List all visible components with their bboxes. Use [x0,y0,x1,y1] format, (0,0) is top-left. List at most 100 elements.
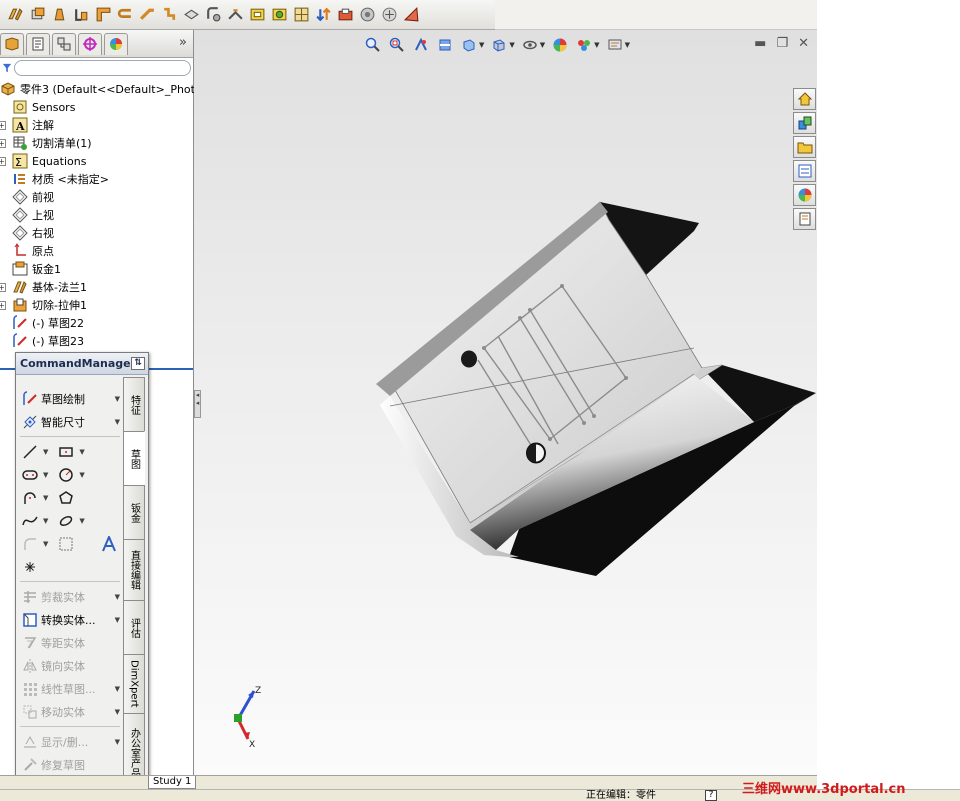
dropdown-arrow-icon[interactable]: ▼ [43,448,48,456]
ellipse-icon[interactable] [58,513,74,529]
command-item[interactable]: 移动实体 ▼ [16,700,124,723]
sketched-bend-icon[interactable] [138,5,157,24]
plane-icon [12,189,28,205]
command-item[interactable]: 等距实体 [16,631,124,654]
tree-item[interactable]: 原点 [0,242,193,260]
command-item[interactable]: 剪裁实体 ▼ [16,585,124,608]
tree-item-label: 前视 [32,191,54,204]
point-icon[interactable] [22,559,38,575]
command-item[interactable]: 线性草图... ▼ [16,677,124,700]
tab-feature-manager[interactable] [0,32,24,55]
command-item[interactable]: 镜向实体 [16,654,124,677]
tab-property-manager[interactable] [26,32,50,55]
tree-item[interactable]: + 切除-拉伸1 [0,296,193,314]
dropdown-arrow-icon[interactable]: ▼ [115,616,120,624]
dropdown-arrow-icon[interactable]: ▼ [115,708,120,716]
insert-bends-icon[interactable] [314,5,333,24]
dropdown-arrow-icon[interactable]: ▼ [79,517,84,525]
hem-icon[interactable] [116,5,135,24]
tab-dimxpert-manager[interactable] [78,32,102,55]
command-manager-title-bar[interactable]: CommandManager ⇅ [16,353,148,375]
extruded-cut-icon[interactable] [336,5,355,24]
flatten-icon[interactable] [248,5,267,24]
dropdown-arrow-icon[interactable]: ▼ [43,540,48,548]
lofted-bend-icon[interactable] [50,5,69,24]
filter-icon[interactable] [2,63,12,73]
dropdown-arrow-icon[interactable]: ▼ [115,685,120,693]
customize-icon[interactable]: ⇅ [131,357,145,370]
convert-to-sheet-metal-icon[interactable] [28,5,47,24]
tab-2[interactable]: 钣金 [123,485,145,540]
spline-icon[interactable] [22,513,38,529]
vent-icon[interactable] [380,5,399,24]
circle-icon[interactable] [58,467,74,483]
rectangle-icon[interactable] [58,444,74,460]
tree-root-part[interactable]: 零件3 (Default<<Default>_Phot [0,80,195,98]
tree-item[interactable]: Sensors [0,98,193,116]
graphics-area[interactable]: ▼ ▼ ▼ ▼ ▼ ▬ ❐ ✕ ◂ ◂ Z X [194,30,817,775]
slot-icon[interactable] [22,467,38,483]
dropdown-arrow-icon[interactable]: ▼ [115,738,120,746]
command-item[interactable]: 智能尺寸 ▼ [16,410,124,433]
tree-item-label: 右视 [32,227,54,240]
dropdown-arrow-icon[interactable]: ▼ [43,517,48,525]
rip-icon[interactable] [292,5,311,24]
expand-toggle[interactable]: + [0,156,6,166]
command-item[interactable]: 转换实体... ▼ [16,608,124,631]
tree-item[interactable]: 上视 [0,206,193,224]
tab-study-1[interactable]: Study 1 [148,776,197,789]
command-item[interactable]: 修复草图 [16,753,124,776]
tab-display-manager[interactable] [104,32,128,55]
tree-item[interactable]: 前视 [0,188,193,206]
unfold-icon[interactable] [226,5,245,24]
miter-flange-icon[interactable] [94,5,113,24]
plane-sketch-icon[interactable] [58,536,74,552]
tab-1[interactable]: 草图 [123,431,145,486]
line-icon[interactable] [22,444,38,460]
tree-item[interactable]: 钣金1 [0,260,193,278]
expand-panel-icon[interactable]: » [179,35,187,50]
tab-4[interactable]: 评估 [123,600,145,655]
tree-item[interactable]: + 基体-法兰1 [0,278,193,296]
no-bends-icon[interactable] [270,5,289,24]
tree-item[interactable]: (-) 草图22 [0,314,193,332]
corner-icon[interactable] [204,5,223,24]
command-item[interactable]: 草图绘制 ▼ [16,387,124,410]
tree-item[interactable]: (-) 草图23 [0,332,193,350]
base-flange-icon[interactable] [6,5,25,24]
sheet-metal-gusset-icon[interactable] [402,5,421,24]
cross-break-icon[interactable] [182,5,201,24]
tree-item[interactable]: 材质 <未指定> [0,170,193,188]
command-item[interactable]: 显示/删... ▼ [16,730,124,753]
expand-toggle[interactable]: + [0,282,6,292]
tree-item[interactable]: + 切割清单(1) [0,134,193,152]
expand-toggle[interactable]: + [0,120,6,130]
plane-icon [12,225,28,241]
tree-filter-input[interactable] [14,60,191,76]
dropdown-arrow-icon[interactable]: ▼ [115,593,120,601]
polygon-icon[interactable] [58,490,74,506]
tab-3[interactable]: 直接编辑 [123,539,145,601]
help-icon[interactable]: ? [705,790,717,801]
dropdown-arrow-icon[interactable]: ▼ [115,395,120,403]
tree-item[interactable]: 右视 [0,224,193,242]
sheet-metal-part-model[interactable] [194,30,817,775]
simple-hole-icon[interactable] [358,5,377,24]
fillet-icon[interactable] [22,536,38,552]
expand-toggle[interactable]: + [0,138,6,148]
dropdown-arrow-icon[interactable]: ▼ [115,418,120,426]
dropdown-arrow-icon[interactable]: ▼ [79,448,84,456]
jog-icon[interactable] [160,5,179,24]
expand-toggle[interactable]: + [0,300,6,310]
tree-item[interactable]: + Σ Equations [0,152,193,170]
edge-flange-icon[interactable] [72,5,91,24]
tree-item[interactable]: + A 注解 [0,116,193,134]
tab-5[interactable]: DimXpert [123,654,145,714]
tab-configuration-manager[interactable] [52,32,76,55]
dropdown-arrow-icon[interactable]: ▼ [43,471,48,479]
arc-icon[interactable] [22,490,38,506]
dropdown-arrow-icon[interactable]: ▼ [79,471,84,479]
text-icon[interactable] [101,535,117,552]
tab-0[interactable]: 特征 [123,377,145,432]
dropdown-arrow-icon[interactable]: ▼ [43,494,48,502]
